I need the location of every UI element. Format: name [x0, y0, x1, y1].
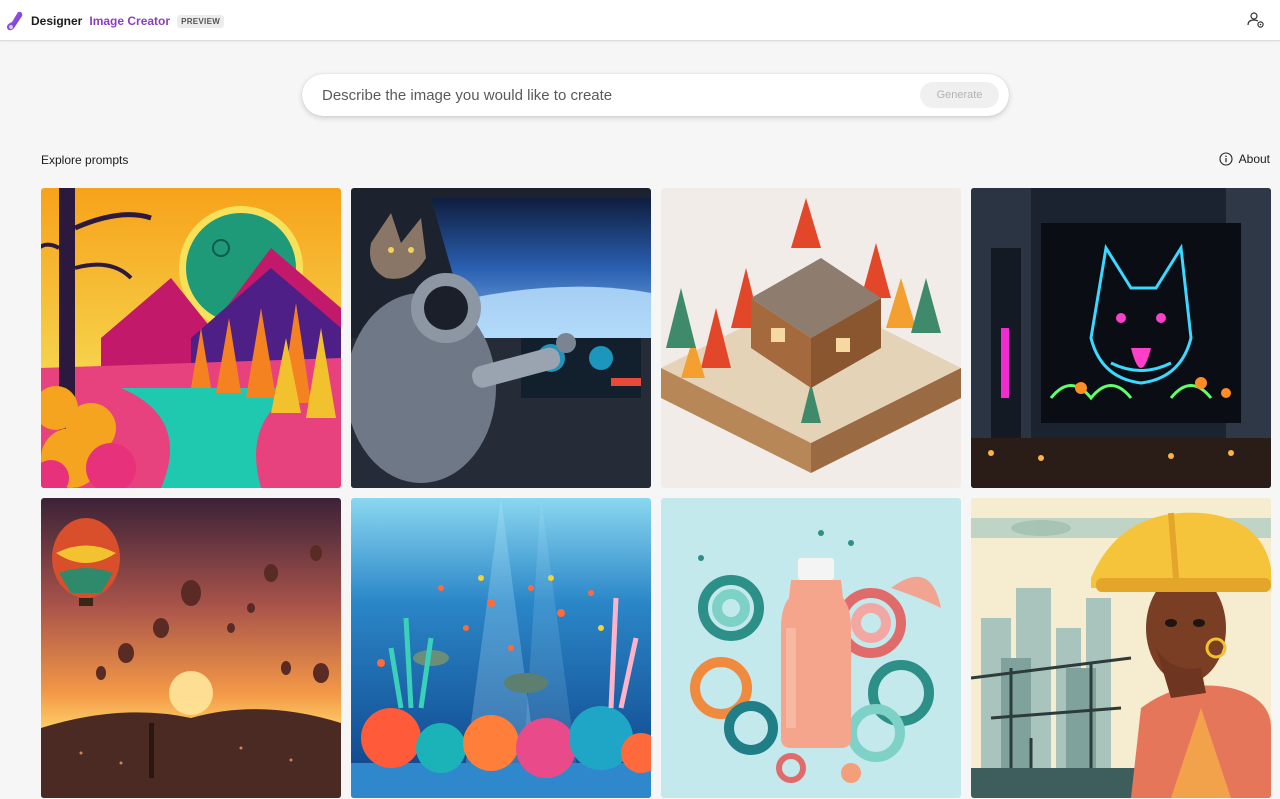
neon-dog-artwork — [971, 188, 1271, 488]
hot-air-balloons-artwork — [41, 498, 341, 798]
account-button[interactable] — [1246, 10, 1266, 30]
landscape-artwork — [41, 188, 341, 488]
gallery-image-coral-reef[interactable] — [351, 498, 651, 798]
product-name: Image Creator — [89, 14, 171, 28]
explore-prompts-heading: Explore prompts — [41, 153, 129, 167]
gallery-image-cat-astronaut[interactable] — [351, 188, 651, 488]
cat-astronaut-artwork — [351, 188, 651, 488]
brand[interactable]: Designer Image Creator PREVIEW — [5, 9, 225, 33]
quilling-bottle-artwork — [661, 498, 961, 798]
preview-badge: PREVIEW — [177, 14, 225, 28]
people-settings-icon — [1247, 12, 1264, 28]
gallery-image-hot-air-balloons[interactable] — [41, 498, 341, 798]
construction-worker-artwork — [971, 498, 1271, 798]
gallery-image-psychedelic-landscape[interactable] — [41, 188, 341, 488]
prompt-bar: Generate — [302, 74, 1009, 116]
gallery-image-isometric-cabin[interactable] — [661, 188, 961, 488]
info-icon — [1219, 152, 1233, 166]
isometric-cabin-artwork — [661, 188, 961, 488]
about-link[interactable]: About — [1219, 152, 1270, 166]
generate-button[interactable]: Generate — [920, 82, 999, 108]
designer-logo-icon — [7, 11, 23, 31]
gallery-image-construction-worker[interactable] — [971, 498, 1271, 798]
prompt-input[interactable] — [322, 83, 902, 107]
brand-name: Designer — [31, 14, 83, 28]
gallery-image-quilling-bottle[interactable] — [661, 498, 961, 798]
gallery-image-neon-dog[interactable] — [971, 188, 1271, 488]
about-label: About — [1238, 152, 1270, 166]
top-bar: Designer Image Creator PREVIEW — [0, 0, 1280, 41]
coral-reef-artwork — [351, 498, 651, 798]
